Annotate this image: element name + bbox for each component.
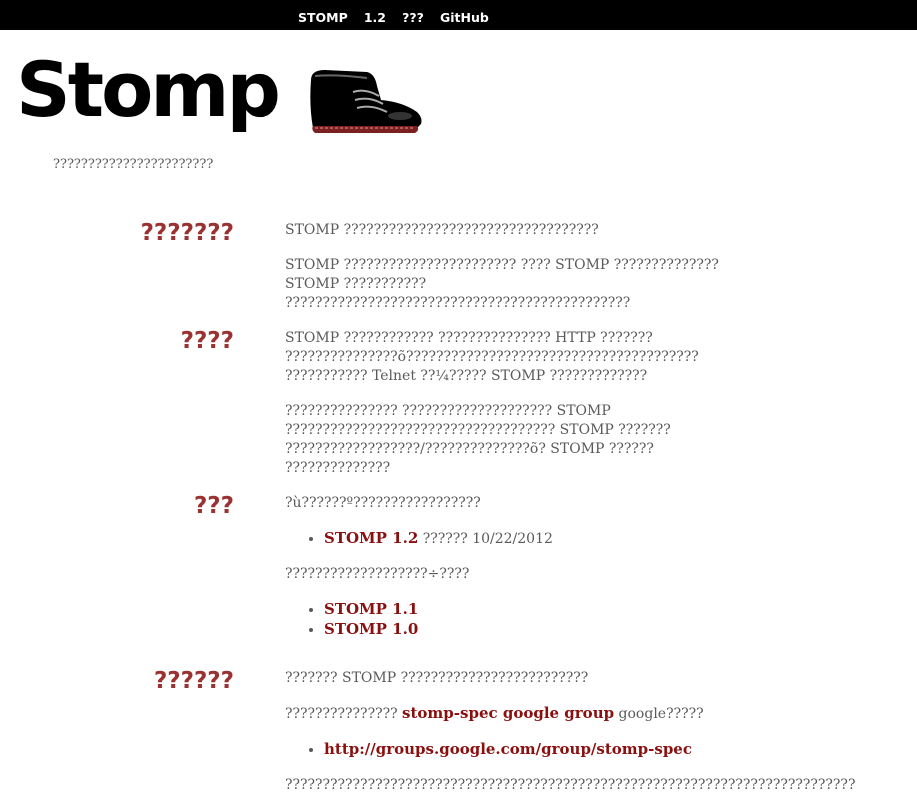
spec-link-1-1[interactable]: STOMP 1.1 — [324, 600, 418, 618]
list-item: STOMP 1.1 — [324, 600, 905, 620]
spec-link-1-0[interactable]: STOMP 1.0 — [324, 620, 418, 638]
spec-link-1-2[interactable]: STOMP 1.2 — [324, 529, 418, 547]
section-content-community: ??????? STOMP ????????????????????????? … — [285, 669, 905, 795]
spec-intro: ?ù??????º????????????????? — [285, 495, 481, 511]
group-suffix: google????? — [614, 706, 704, 722]
section-content-intro: STOMP ??????????????????????????????????… — [285, 221, 905, 313]
tagline: ??????????????????????? — [53, 157, 214, 172]
design-line-3: ??????????? Telnet ??¼????? STOMP ??????… — [285, 368, 648, 384]
section-content-design: STOMP ???????????? ??????????????? HTTP … — [285, 329, 905, 478]
top-nav-bar: STOMP 1.2 ??? GitHub — [0, 0, 917, 30]
group-url-link[interactable]: http://groups.google.com/group/stomp-spe… — [324, 740, 692, 758]
section-title-design: ???? — [180, 328, 234, 354]
design-line-4: ??????????????? ???????????????????? STO… — [285, 403, 611, 419]
older-spec-intro: ???????????????????÷???? — [285, 566, 470, 582]
google-group-link[interactable]: stomp-spec google group — [402, 704, 614, 722]
older-spec-list: STOMP 1.1 STOMP 1.0 — [285, 600, 905, 640]
design-line-5: ???????????????????????????????????? STO… — [285, 422, 671, 438]
section-title-community: ?????? — [153, 668, 234, 694]
design-line-6: ??????????????????/??????????????õ? STOM… — [285, 441, 654, 457]
nav-link-unknown[interactable]: ??? — [402, 10, 424, 25]
intro-paragraph-2b: STOMP ??????????? — [285, 276, 427, 292]
nav-link-stomp[interactable]: STOMP — [298, 10, 348, 25]
section-title-spec: ??? — [193, 493, 234, 519]
spec-release-date: ?????? 10/22/2012 — [422, 531, 553, 547]
boot-logo-icon — [310, 70, 422, 133]
nav-link-version[interactable]: 1.2 — [364, 10, 386, 25]
community-footer-text: ????????????????????????????????????????… — [285, 777, 856, 793]
design-line-1: STOMP ???????????? ??????????????? HTTP … — [285, 330, 653, 346]
intro-paragraph-2: STOMP ??????????????????????? ???? STOMP… — [285, 257, 719, 273]
community-group-line: ??????????????? stomp-spec google group … — [285, 704, 905, 724]
top-nav: STOMP 1.2 ??? GitHub — [298, 7, 500, 26]
list-item: STOMP 1.2 ?????? 10/22/2012 — [324, 529, 905, 549]
section-title-intro: ??????? — [140, 220, 234, 246]
design-line-7: ?????????????? — [285, 460, 391, 476]
design-line-2: ???????????????õ????????????????????????… — [285, 349, 699, 365]
nav-link-github[interactable]: GitHub — [440, 10, 489, 25]
list-item: STOMP 1.0 — [324, 620, 905, 640]
intro-paragraph-2c: ????????????????????????????????????????… — [285, 295, 631, 311]
group-prefix: ??????????????? — [285, 706, 403, 722]
section-content-spec: ?ù??????º????????????????? STOMP 1.2 ???… — [285, 494, 905, 640]
community-intro: ??????? STOMP ????????????????????????? — [285, 670, 589, 686]
group-url-list: http://groups.google.com/group/stomp-spe… — [285, 740, 905, 760]
intro-paragraph-1: STOMP ?????????????????????????????????? — [285, 222, 599, 238]
current-spec-list: STOMP 1.2 ?????? 10/22/2012 — [285, 529, 905, 549]
site-logo-text: Stomp — [16, 45, 281, 134]
list-item: http://groups.google.com/group/stomp-spe… — [324, 740, 905, 760]
